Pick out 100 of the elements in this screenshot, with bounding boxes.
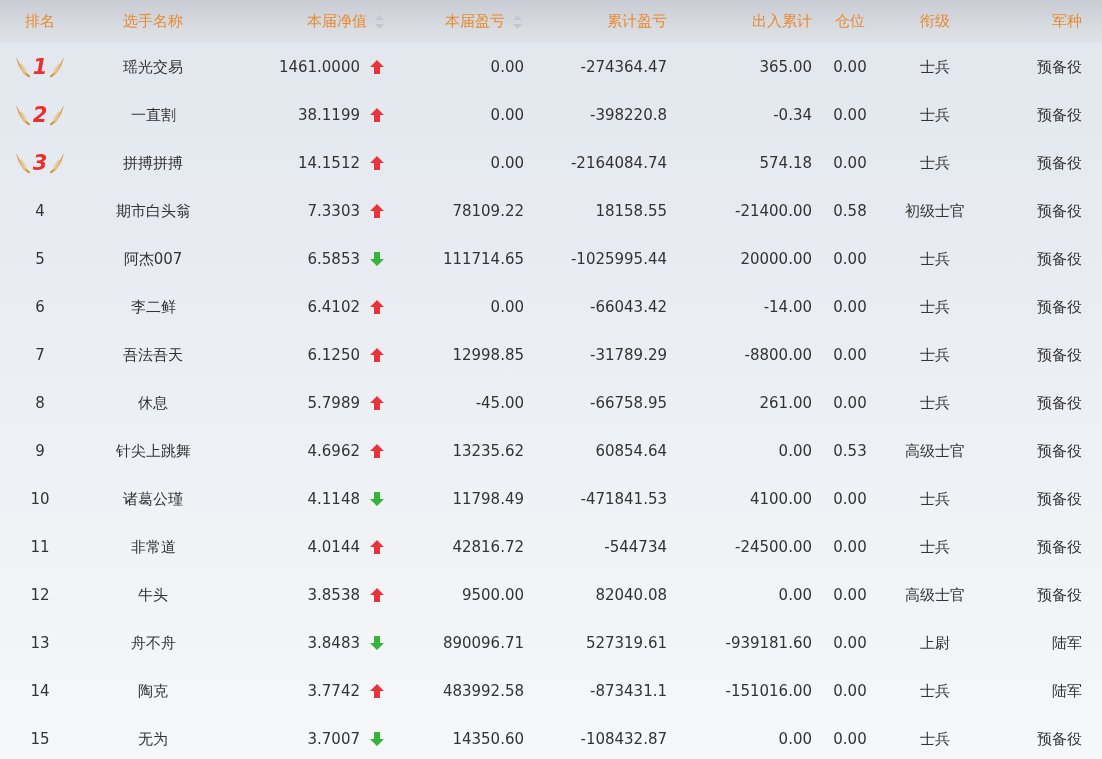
table-cell: 陆军 xyxy=(1052,633,1082,653)
table-cell: 0.00 xyxy=(833,106,867,124)
table-cell: 0.00 xyxy=(833,634,867,652)
table-cell: -2164084.74 xyxy=(570,154,667,172)
column-header: 出入累计 xyxy=(752,12,812,31)
column-header[interactable]: 本届盈亏 xyxy=(445,12,505,31)
table-cell: 士兵 xyxy=(920,729,950,749)
table-cell: 士兵 xyxy=(920,393,950,413)
rank-number: 1 xyxy=(32,56,48,78)
table-cell: 9500.00 xyxy=(461,586,524,604)
table-cell: -151016.00 xyxy=(725,682,812,700)
table-cell: 890096.71 xyxy=(442,634,524,652)
table-cell: 14350.60 xyxy=(452,730,524,748)
table-cell: 士兵 xyxy=(920,489,950,509)
table-cell: 0.00 xyxy=(833,154,867,172)
table-cell: -873431.1 xyxy=(590,682,667,700)
wing-icon xyxy=(49,55,66,79)
wing-icon xyxy=(49,103,66,127)
rank-number: 9 xyxy=(35,442,45,460)
table-cell: 0.00 xyxy=(833,538,867,556)
column-header: 排名 xyxy=(25,12,55,31)
table-cell: 11798.49 xyxy=(452,490,524,508)
table-cell: 0.00 xyxy=(490,298,524,316)
player-name: 吾法吾天 xyxy=(123,345,183,365)
table-cell: 0.00 xyxy=(833,346,867,364)
net-value: 3.8483 xyxy=(307,634,360,652)
table-cell: -66043.42 xyxy=(590,298,667,316)
table-cell: -939181.60 xyxy=(725,634,812,652)
net-value: 3.7742 xyxy=(307,682,360,700)
column-header: 仓位 xyxy=(835,12,865,31)
net-value: 6.4102 xyxy=(307,298,360,316)
player-name: 阿杰007 xyxy=(123,249,183,269)
net-value: 6.1250 xyxy=(307,346,360,364)
player-name: 舟不舟 xyxy=(130,633,176,653)
table-cell: 82040.08 xyxy=(595,586,667,604)
player-name: 非常道 xyxy=(130,537,176,557)
net-value: 3.7007 xyxy=(307,730,360,748)
table-cell: 0.00 xyxy=(833,298,867,316)
table-cell: 预备役 xyxy=(1037,537,1082,557)
table-cell: 0.58 xyxy=(833,202,867,220)
table-cell: 士兵 xyxy=(920,57,950,77)
player-name: 瑶光交易 xyxy=(123,57,183,77)
table-cell: 0.00 xyxy=(833,394,867,412)
table-cell: 0.00 xyxy=(778,442,812,460)
table-cell: -31789.29 xyxy=(590,346,667,364)
table-cell: 上尉 xyxy=(920,633,950,653)
table-cell: 初级士官 xyxy=(905,201,965,221)
table-cell: 0.53 xyxy=(833,442,867,460)
table-cell: 预备役 xyxy=(1037,105,1082,125)
rank-number: 11 xyxy=(30,538,50,556)
table-cell: 预备役 xyxy=(1037,249,1082,269)
table-cell: -398220.8 xyxy=(590,106,667,124)
rank-number: 10 xyxy=(30,490,50,508)
rank-number: 5 xyxy=(35,250,45,268)
net-value: 4.1148 xyxy=(307,490,360,508)
table-cell: 78109.22 xyxy=(452,202,524,220)
net-value: 38.1199 xyxy=(297,106,360,124)
table-cell: 预备役 xyxy=(1037,393,1082,413)
table-cell: 士兵 xyxy=(920,105,950,125)
player-name: 李二鲜 xyxy=(130,297,176,317)
table-cell: 20000.00 xyxy=(740,250,812,268)
table-cell: -274364.47 xyxy=(580,58,667,76)
rank-number: 2 xyxy=(32,104,48,126)
rank-number: 12 xyxy=(30,586,50,604)
rank-number: 15 xyxy=(30,730,50,748)
table-cell: 士兵 xyxy=(920,249,950,269)
table-cell: 527319.61 xyxy=(585,634,667,652)
net-value: 1461.0000 xyxy=(278,58,360,76)
table-cell: 0.00 xyxy=(833,586,867,604)
table-cell: 预备役 xyxy=(1037,489,1082,509)
column-header[interactable]: 本届净值 xyxy=(307,12,367,31)
player-name: 陶克 xyxy=(138,681,168,701)
table-cell: 0.00 xyxy=(833,58,867,76)
table-cell: 预备役 xyxy=(1037,729,1082,749)
net-value: 5.7989 xyxy=(307,394,360,412)
player-name: 拼搏拼搏 xyxy=(123,153,183,173)
net-value: 4.6962 xyxy=(307,442,360,460)
table-cell: 0.00 xyxy=(490,58,524,76)
wing-icon xyxy=(14,103,31,127)
table-cell: 483992.58 xyxy=(442,682,524,700)
rank-number: 7 xyxy=(35,346,45,364)
rank-number: 14 xyxy=(30,682,50,700)
table-cell: -66758.95 xyxy=(590,394,667,412)
table-cell: 574.18 xyxy=(759,154,812,172)
table-cell: -24500.00 xyxy=(735,538,812,556)
column-header: 累计盈亏 xyxy=(607,12,667,31)
table-cell: -8800.00 xyxy=(744,346,812,364)
wing-icon xyxy=(49,151,66,175)
table-cell: -45.00 xyxy=(475,394,524,412)
table-cell: 士兵 xyxy=(920,537,950,557)
table-cell: 60854.64 xyxy=(595,442,667,460)
net-value: 7.3303 xyxy=(307,202,360,220)
table-cell: 12998.85 xyxy=(452,346,524,364)
table-cell: 士兵 xyxy=(920,345,950,365)
table-cell: 预备役 xyxy=(1037,585,1082,605)
player-name: 诸葛公瑾 xyxy=(123,489,183,509)
table-cell: 0.00 xyxy=(833,250,867,268)
wing-icon xyxy=(14,55,31,79)
rank-number: 3 xyxy=(32,152,48,174)
net-value: 6.5853 xyxy=(307,250,360,268)
